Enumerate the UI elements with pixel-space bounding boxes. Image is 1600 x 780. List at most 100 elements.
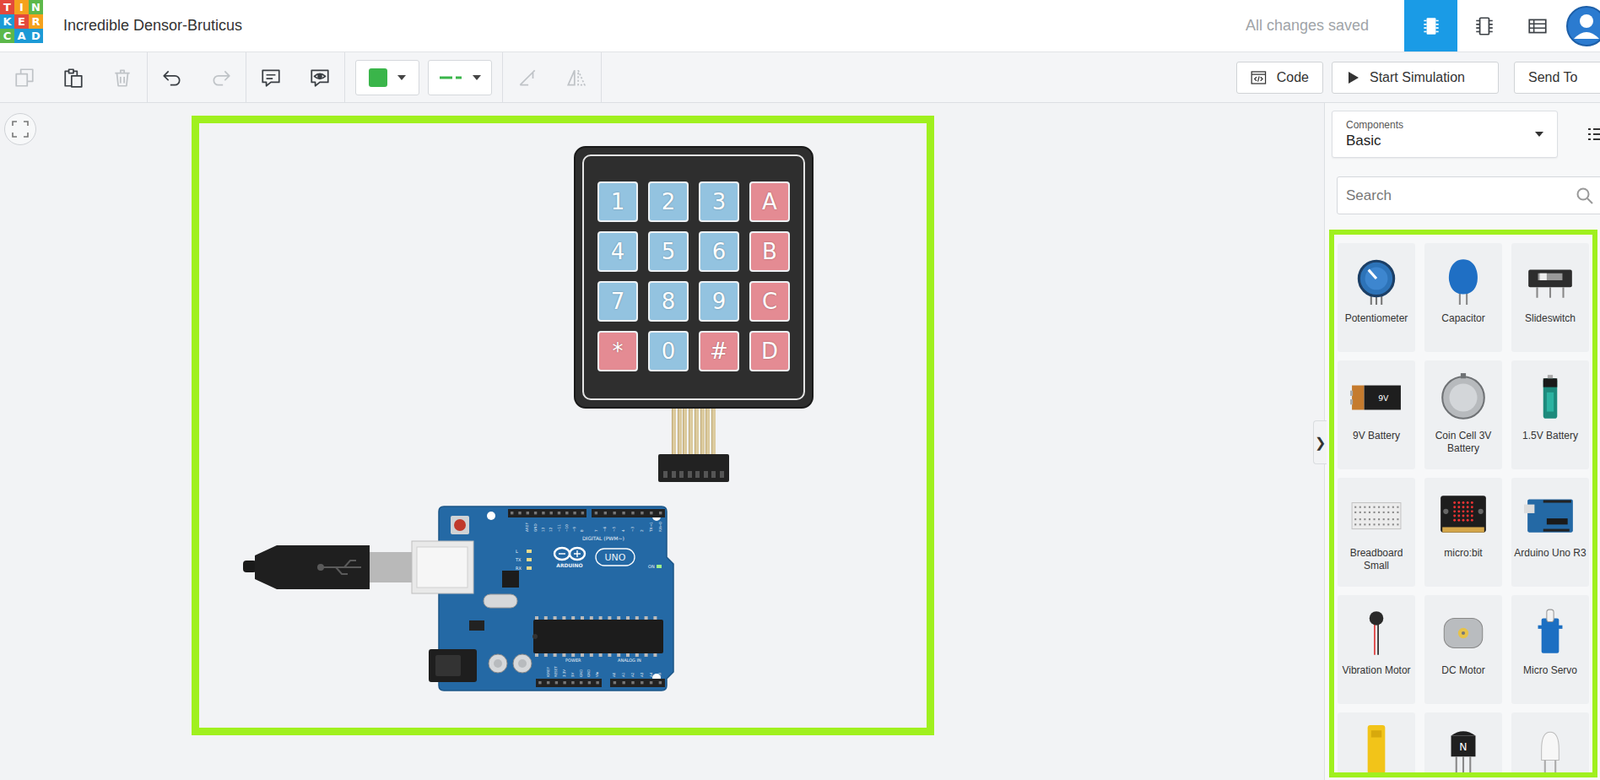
- connector-pin[interactable]: [663, 470, 668, 478]
- pin-label: 8: [579, 529, 584, 532]
- keypad-key[interactable]: 5: [648, 231, 689, 272]
- component-card[interactable]: [1511, 712, 1590, 778]
- power-header[interactable]: [535, 678, 602, 687]
- tool-button[interactable]: [196, 52, 246, 103]
- tool-button[interactable]: [97, 52, 147, 103]
- keypad-key[interactable]: *: [597, 330, 638, 372]
- reset-button[interactable]: [450, 515, 470, 535]
- component-card[interactable]: Micro Servo: [1511, 594, 1590, 704]
- led-label: RX: [515, 565, 522, 571]
- tool-button[interactable]: [551, 52, 601, 103]
- action-button[interactable]: Send To: [1513, 61, 1600, 94]
- crystal: [483, 594, 518, 608]
- tinkercad-logo[interactable]: TINKERCAD: [0, 0, 44, 44]
- keypad-key[interactable]: 9: [698, 281, 740, 322]
- pin-label: ~11: [556, 524, 562, 532]
- arduino-icon: [1524, 488, 1577, 541]
- logo-letter: K: [0, 14, 15, 29]
- toolbar: CodeStart Simulation Send To: [0, 52, 1600, 103]
- circuit-canvas[interactable]: 123A456B789C*0#DAREFGND1312~11~10~987~6~…: [0, 102, 1325, 780]
- collapse-panel-button[interactable]: ❯: [1313, 420, 1327, 465]
- keypad-key[interactable]: 4: [597, 231, 638, 272]
- project-title[interactable]: Incredible Densor-Bruticus: [63, 16, 243, 35]
- slideswitch-icon: [1524, 254, 1577, 307]
- keypad-key[interactable]: B: [749, 231, 790, 272]
- dc-motor-icon: [1437, 605, 1490, 659]
- component-card[interactable]: Breadboard Small: [1337, 477, 1416, 587]
- component-card[interactable]: Vibration Motor: [1337, 594, 1416, 704]
- analog-header[interactable]: [610, 678, 665, 687]
- connector-pin[interactable]: [687, 470, 692, 478]
- component-card[interactable]: [1337, 712, 1416, 778]
- component-card[interactable]: N: [1424, 712, 1503, 778]
- connector-pin[interactable]: [703, 470, 709, 478]
- keypad-key[interactable]: 3: [698, 181, 740, 222]
- connector-pin[interactable]: [719, 470, 725, 478]
- usb-icon: [318, 560, 362, 574]
- digital-header[interactable]: [591, 508, 665, 518]
- keypad-key[interactable]: D: [749, 330, 790, 372]
- component-label: Micro Servo: [1521, 662, 1579, 677]
- tool-button[interactable]: [246, 52, 296, 103]
- pin-label: RX←0: [658, 521, 663, 532]
- action-button[interactable]: Code: [1236, 61, 1324, 94]
- component-card[interactable]: Slideswitch: [1511, 243, 1590, 352]
- tool-button[interactable]: [502, 52, 552, 103]
- potentiometer-icon: [1350, 254, 1403, 307]
- tool-button[interactable]: [48, 52, 98, 103]
- keypad-key[interactable]: 1: [597, 181, 638, 222]
- component-card[interactable]: micro:bit: [1424, 477, 1503, 587]
- wire-style-dropdown[interactable]: [427, 59, 492, 96]
- tool-group: [0, 52, 148, 103]
- arduino-uno[interactable]: AREFGND1312~11~10~987~6~54~32TX→1RX←0DIG…: [421, 499, 684, 699]
- digital-header[interactable]: [508, 508, 587, 518]
- pin-label: GND: [533, 523, 538, 532]
- component-card[interactable]: Potentiometer: [1337, 243, 1416, 352]
- view-button[interactable]: [1404, 0, 1458, 52]
- connector-pin[interactable]: [671, 470, 676, 478]
- tool-button[interactable]: [0, 52, 49, 103]
- keypad-key[interactable]: 2: [648, 181, 689, 222]
- connector-pin[interactable]: [711, 470, 716, 478]
- color-dropdown[interactable]: [355, 59, 420, 96]
- tool-button[interactable]: [147, 52, 197, 103]
- keypad-key[interactable]: 7: [597, 281, 638, 322]
- connector-pin[interactable]: [679, 470, 684, 478]
- component-card[interactable]: DC Motor: [1424, 594, 1503, 704]
- pin-label: A0: [611, 671, 617, 677]
- component-label: Potentiometer: [1343, 310, 1411, 325]
- keypad-key[interactable]: C: [749, 281, 790, 322]
- component-card[interactable]: Coin Cell 3V Battery: [1424, 360, 1503, 470]
- ribbon-wire: [671, 408, 676, 455]
- component-card[interactable]: Arduino Uno R3: [1511, 477, 1590, 587]
- tool-button[interactable]: [295, 52, 345, 103]
- usb-cable[interactable]: [243, 538, 476, 596]
- action-button[interactable]: Start Simulation: [1331, 61, 1499, 94]
- search-field[interactable]: Search: [1336, 176, 1600, 215]
- library-caption: Components: [1345, 118, 1404, 131]
- component-card[interactable]: 9V9V Battery: [1337, 360, 1416, 470]
- view-button[interactable]: [1457, 0, 1511, 52]
- keypad-connector[interactable]: [658, 454, 730, 482]
- keypad-key[interactable]: #: [698, 330, 740, 372]
- pin-label: RESET: [553, 665, 558, 677]
- keypad-key[interactable]: 0: [648, 330, 689, 372]
- keypad-key[interactable]: 8: [648, 281, 689, 322]
- user-avatar[interactable]: [1563, 5, 1600, 48]
- wire-style-icon: [438, 73, 463, 82]
- component-card[interactable]: 1.5V Battery: [1511, 360, 1590, 470]
- library-dropdown[interactable]: ComponentsBasic: [1331, 110, 1558, 158]
- pin-label: AREF: [524, 522, 530, 532]
- component-preview: [1350, 477, 1403, 546]
- keypad-4x4[interactable]: 123A 456B 789C *0#D: [573, 145, 814, 482]
- component-card[interactable]: Capacitor: [1424, 243, 1503, 352]
- power-jack[interactable]: [428, 648, 477, 682]
- fit-view-button[interactable]: [4, 113, 37, 146]
- pin-label: 12: [548, 526, 553, 532]
- keypad-key[interactable]: A: [749, 181, 790, 222]
- list-view-icon[interactable]: [1586, 125, 1600, 143]
- keypad-key[interactable]: 6: [698, 231, 740, 272]
- connector-pin[interactable]: [695, 470, 700, 478]
- code-icon: [1250, 69, 1267, 87]
- view-button[interactable]: [1510, 0, 1564, 52]
